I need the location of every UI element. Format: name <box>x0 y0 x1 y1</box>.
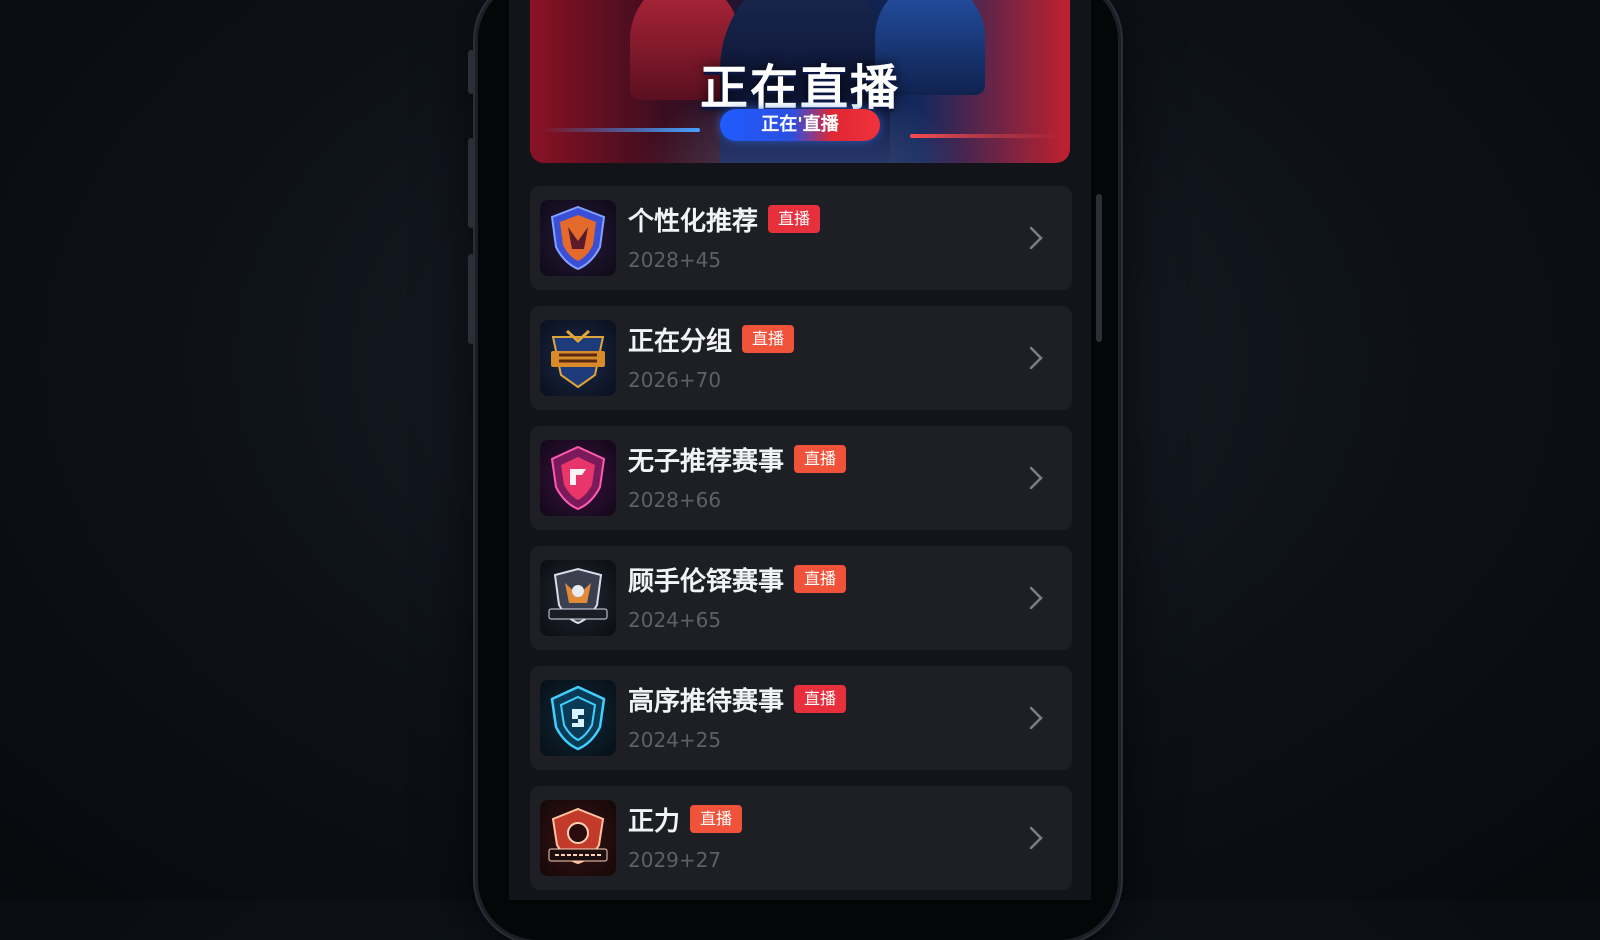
chevron-right-icon <box>1022 464 1050 492</box>
event-subtitle: 2028+45 <box>628 248 722 272</box>
chevron-right-icon <box>1022 224 1050 252</box>
live-badge: 直播 <box>794 565 847 593</box>
list-item[interactable]: 高序推待赛事 直播 2024+25 <box>530 666 1072 770</box>
banner-title: 正在直播 <box>699 60 900 116</box>
event-title: 个性化推荐 <box>628 206 759 237</box>
event-list: 个性化推荐 直播 2028+45 正在分组 直播 2026+70 无子推荐赛事 … <box>530 186 1072 900</box>
event-subtitle: 2029+27 <box>628 848 722 872</box>
event-title: 正力 <box>628 806 681 837</box>
pink-shield-icon <box>540 440 616 516</box>
live-badge: 直播 <box>690 805 743 833</box>
banner-live-pill[interactable]: 正在'直播 <box>720 109 880 141</box>
live-badge: 直播 <box>768 205 821 233</box>
event-title: 无子推荐赛事 <box>628 446 785 477</box>
phone-side-button <box>468 254 474 344</box>
cyan-shield-icon <box>540 680 616 756</box>
silver-crest-icon <box>540 560 616 636</box>
live-banner[interactable]: 正在直播 正在'直播 <box>530 0 1070 163</box>
gold-crest-icon <box>540 320 616 396</box>
phone-power-button <box>1096 194 1102 342</box>
phone-side-button <box>468 138 474 228</box>
event-subtitle: 2026+70 <box>628 368 722 392</box>
banner-light-streak <box>910 134 1060 138</box>
event-title: 正在分组 <box>628 326 733 357</box>
shield-fox-icon <box>540 200 616 276</box>
list-item[interactable]: 个性化推荐 直播 2028+45 <box>530 186 1072 290</box>
event-subtitle: 2028+66 <box>628 488 722 512</box>
list-item[interactable]: 正在分组 直播 2026+70 <box>530 306 1072 410</box>
live-badge: 直播 <box>742 325 795 353</box>
live-badge: 直播 <box>794 445 847 473</box>
list-item[interactable]: 正力 直播 2029+27 <box>530 786 1072 890</box>
chevron-right-icon <box>1022 344 1050 372</box>
red-shield-icon <box>540 800 616 876</box>
banner-light-streak <box>540 128 700 132</box>
event-subtitle: 2024+65 <box>628 608 722 632</box>
list-item[interactable]: 无子推荐赛事 直播 2028+66 <box>530 426 1072 530</box>
live-badge: 直播 <box>794 685 847 713</box>
chevron-right-icon <box>1022 584 1050 612</box>
list-item[interactable]: 顾手伦铎赛事 直播 2024+65 <box>530 546 1072 650</box>
phone-side-button <box>468 50 474 94</box>
event-title: 高序推待赛事 <box>628 686 785 717</box>
event-title: 顾手伦铎赛事 <box>628 566 785 597</box>
event-subtitle: 2024+25 <box>628 728 722 752</box>
app-screen: 正在直播 正在'直播 个性化推荐 直播 2028+45 正在分组 直播 2026… <box>509 0 1091 900</box>
chevron-right-icon <box>1022 704 1050 732</box>
chevron-right-icon <box>1022 824 1050 852</box>
